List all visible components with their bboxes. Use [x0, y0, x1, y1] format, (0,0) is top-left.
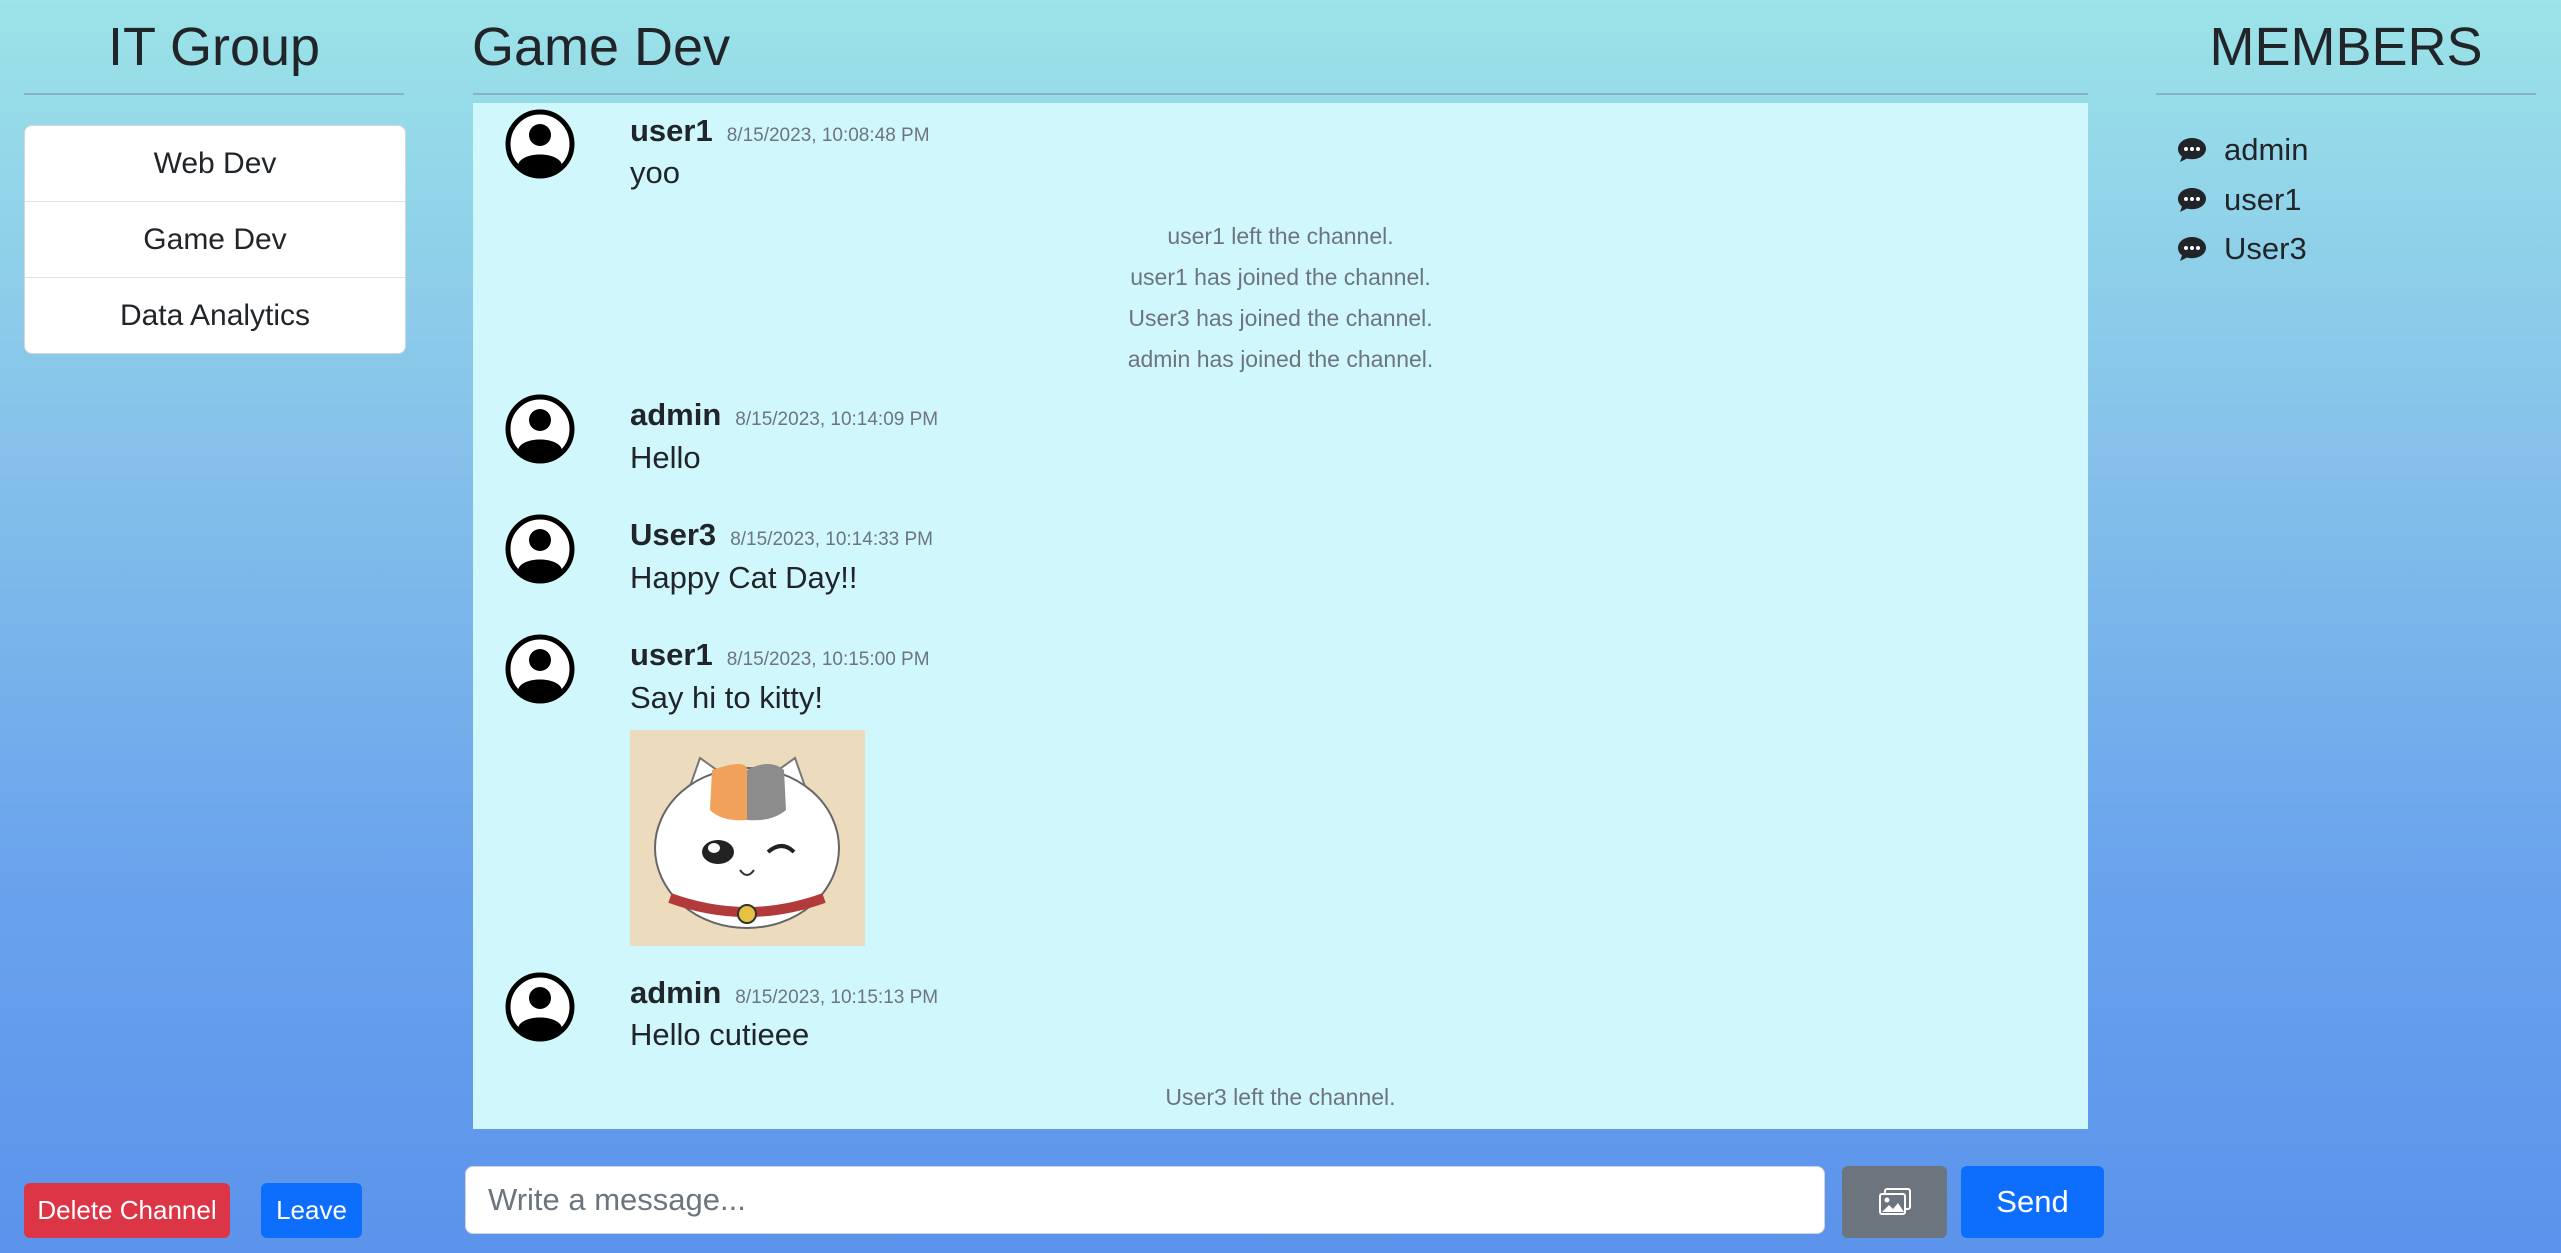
chat-bubble-icon: [2178, 138, 2206, 162]
system-message: user1 left the channel.: [1167, 223, 1394, 249]
members-title: MEMBERS: [2209, 17, 2483, 77]
user-avatar-icon: [505, 394, 575, 464]
attach-image-button[interactable]: [1842, 1166, 1947, 1238]
cat-image-attachment[interactable]: [630, 730, 865, 946]
member-name: user1: [2224, 182, 2302, 217]
system-message: User3 left the channel.: [1165, 1084, 1396, 1110]
message-header: user1 8/15/2023, 10:08:48 PM: [630, 113, 930, 149]
image-icon: [1878, 1188, 1911, 1215]
leave-button[interactable]: Leave: [261, 1183, 362, 1238]
channel-item-game-dev[interactable]: Game Dev: [25, 202, 405, 278]
message-timestamp: 8/15/2023, 10:08:48 PM: [726, 125, 930, 146]
members-title-divider: [2156, 93, 2536, 95]
message-timestamp: 8/15/2023, 10:15:00 PM: [726, 649, 930, 670]
message-text: Hello cutieee: [630, 1017, 810, 1052]
channel-title: Game Dev: [472, 17, 731, 77]
system-message: user1 has joined the channel.: [1130, 264, 1431, 290]
message-header: admin 8/15/2023, 10:15:13 PM: [630, 975, 938, 1011]
message-text: Hello: [630, 440, 701, 475]
channel-item-data-analytics[interactable]: Data Analytics: [25, 278, 405, 353]
message-timestamp: 8/15/2023, 10:15:13 PM: [735, 987, 939, 1008]
message-input[interactable]: [465, 1166, 1825, 1234]
message-text: Happy Cat Day!!: [630, 560, 858, 595]
message-header: user1 8/15/2023, 10:15:00 PM: [630, 637, 930, 673]
channel-title-divider: [473, 93, 2088, 95]
message-header: User3 8/15/2023, 10:14:33 PM: [630, 517, 933, 553]
group-title: IT Group: [107, 17, 321, 77]
message-username: user1: [630, 113, 713, 148]
message-header: admin 8/15/2023, 10:14:09 PM: [630, 397, 938, 433]
system-message: User3 has joined the channel.: [1128, 305, 1433, 331]
message-timestamp: 8/15/2023, 10:14:33 PM: [730, 529, 934, 550]
message-text: Say hi to kitty!: [630, 680, 823, 715]
chat-bubble-icon: [2178, 188, 2206, 212]
user-avatar-icon: [505, 109, 575, 179]
delete-channel-button[interactable]: Delete Channel: [24, 1183, 230, 1238]
send-button[interactable]: Send: [1961, 1166, 2104, 1238]
message-text: yoo: [630, 155, 680, 190]
chat-bubble-icon: [2178, 237, 2206, 261]
message-username: User3: [630, 517, 717, 552]
member-name: User3: [2224, 231, 2307, 266]
user-avatar-icon: [505, 634, 575, 704]
message-username: admin: [630, 975, 722, 1010]
group-title-divider: [24, 93, 404, 95]
channel-item-web-dev[interactable]: Web Dev: [25, 126, 405, 202]
message-username: user1: [630, 637, 713, 672]
system-message: admin has joined the channel.: [1127, 346, 1434, 372]
channel-list: Web Dev Game Dev Data Analytics: [24, 125, 406, 354]
cat-icon: [654, 756, 840, 929]
member-name: admin: [2224, 132, 2309, 167]
message-timestamp: 8/15/2023, 10:14:09 PM: [735, 409, 939, 430]
message-username: admin: [630, 397, 722, 432]
user-avatar-icon: [505, 972, 575, 1042]
user-avatar-icon: [505, 514, 575, 584]
message-list[interactable]: user1 8/15/2023, 10:08:48 PM yoo user1 le…: [473, 103, 2088, 1129]
